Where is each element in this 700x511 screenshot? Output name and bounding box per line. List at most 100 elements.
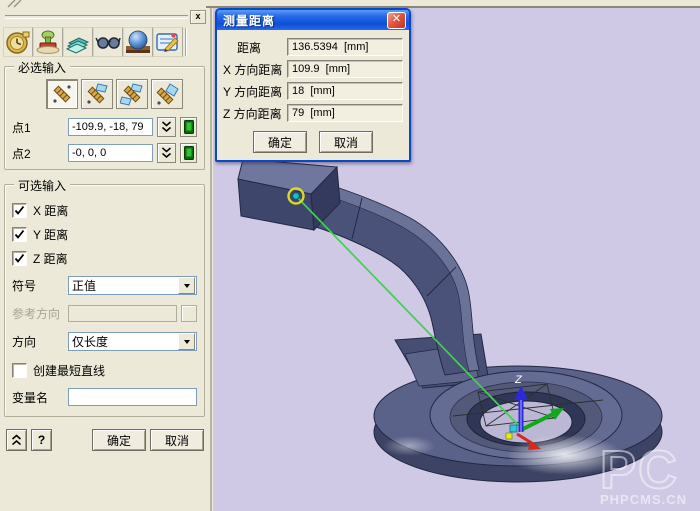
distance-label: 距离 [223,39,287,56]
point1-options-button[interactable] [157,117,176,137]
layers-tool-button[interactable] [63,27,93,57]
reference-direction-label: 参考方向 [12,305,64,322]
y-distance-label: Y 距离 [33,226,68,243]
specular-highlight [383,436,435,456]
create-shortest-line-row: 创建最短直线 [12,363,197,378]
edit-note-icon [155,29,181,55]
layers-icon [65,29,91,55]
direction-value: 仅长度 [69,333,178,350]
panel-close-button[interactable]: x [190,10,206,24]
optional-input-group: 可选输入 X 距离 Y 距离 Z 距离 符号 [4,184,205,417]
ruler-point-point-icon [50,82,74,106]
variable-name-input[interactable] [68,388,197,406]
collapse-panel-button[interactable] [6,429,27,451]
check-icon [14,253,25,264]
direction-dropdown[interactable]: 仅长度 [68,332,197,351]
x-direction-distance-field: 109.9 [mm] [287,60,403,78]
dialog-body: 距离 136.5394 [mm] X 方向距离 109.9 [mm] Y 方向距… [217,30,409,160]
z-direction-distance-label: Z 方向距离 [223,105,287,122]
z-axis-label: Z [514,374,523,386]
y-direction-distance-row: Y 方向距离 18 [mm] [223,80,403,102]
measure-type-buttons [46,79,199,109]
panel-cancel-button[interactable]: 取消 [150,429,204,451]
glasses-tool-button[interactable] [93,27,123,57]
double-chevron-down-icon [161,147,172,159]
create-shortest-line-checkbox[interactable] [12,363,27,378]
dropdown-arrow-icon[interactable] [178,333,195,350]
dialog-ok-button[interactable]: 确定 [253,131,307,153]
curved-arm[interactable] [313,182,479,375]
sign-row: 符号 正值 [12,276,197,295]
panel-ok-button[interactable]: 确定 [92,429,146,451]
check-icon [14,229,25,240]
distance-value-field: 136.5394 [mm] [287,38,403,56]
sphere-icon [125,29,151,55]
variable-name-row: 变量名 [12,388,197,406]
dialog-close-button[interactable]: ✕ [387,12,406,29]
dialog-buttons: 确定 取消 [223,131,403,153]
y-distance-checkbox[interactable] [12,227,27,242]
point1-constructor-button[interactable] [180,117,197,137]
y-direction-distance-field: 18 [mm] [287,82,403,100]
edit-note-tool-button[interactable] [153,27,183,57]
glasses-icon [95,29,121,55]
ruler-point-object-icon [85,82,109,106]
watermark-logo: PC [600,440,679,500]
grip-handle[interactable] [5,15,188,19]
distance-row: 距离 136.5394 [mm] [223,36,403,58]
point2-label: 点2 [12,145,64,162]
measure-object-to-object-button[interactable] [116,79,148,109]
point1-input[interactable]: -109.9, -18, 79 [68,118,153,136]
sphere-tool-button[interactable] [123,27,153,57]
dialog-cancel-button[interactable]: 取消 [319,131,373,153]
x-distance-label: X 距离 [33,202,68,219]
z-distance-checkbox[interactable] [12,251,27,266]
x-direction-distance-row: X 方向距离 109.9 [mm] [223,58,403,80]
toolbar-separator [185,28,186,56]
measure-point-to-point-button[interactable] [46,79,78,109]
required-input-title: 必选输入 [14,59,70,76]
create-shortest-line-label: 创建最短直线 [33,362,105,379]
dialog-title-bar[interactable]: 测量距离 ✕ [217,10,409,30]
point1-label: 点1 [12,119,64,136]
stamp-tool-button[interactable] [33,27,63,57]
origin-handle[interactable] [510,425,517,432]
green-display-icon [184,146,194,160]
clock-tool-button[interactable] [3,27,33,57]
y-direction-distance-label: Y 方向距离 [223,83,287,100]
point1-row: 点1 -109.9, -18, 79 [12,117,197,137]
ruler-plane-icon [155,82,179,106]
sign-dropdown[interactable]: 正值 [68,276,197,295]
point2-row: 点2 -0, 0, 0 [12,143,197,163]
z-direction-distance-row: Z 方向距离 79 [mm] [223,102,403,124]
point2-input[interactable]: -0, 0, 0 [68,144,153,162]
origin-handle[interactable] [506,433,512,439]
measure-point-to-plane-button[interactable] [151,79,183,109]
dialog-title: 测量距离 [223,12,387,29]
top-toolbar-strip [0,0,700,8]
x-distance-row: X 距离 [12,203,197,218]
x-distance-checkbox[interactable] [12,203,27,218]
reference-direction-row: 参考方向 [12,305,197,322]
green-display-icon [184,120,194,134]
watermark: PC PHPCMS.CN [600,440,687,507]
direction-label: 方向 [12,333,64,350]
dropdown-arrow-icon[interactable] [178,277,195,294]
point2-constructor-button[interactable] [180,143,197,163]
point2-options-button[interactable] [157,143,176,163]
measure-distance-dialog: 测量距离 ✕ 距离 136.5394 [mm] X 方向距离 109.9 [mm… [215,8,411,162]
measure-point-to-object-button[interactable] [81,79,113,109]
reference-direction-field [68,305,177,322]
panel-toolbar [3,25,210,58]
z-direction-distance-field: 79 [mm] [287,104,403,122]
direction-row: 方向 仅长度 [12,332,197,351]
optional-input-title: 可选输入 [14,177,70,194]
variable-name-label: 变量名 [12,389,64,406]
double-chevron-up-icon [11,434,22,446]
watermark-text: PHPCMS.CN [600,492,687,507]
help-button[interactable]: ? [31,429,52,451]
required-input-group: 必选输入 [4,66,205,170]
reference-direction-picker-button [181,305,197,322]
panel-grip-bar[interactable]: x [2,9,208,24]
sign-label: 符号 [12,277,64,294]
